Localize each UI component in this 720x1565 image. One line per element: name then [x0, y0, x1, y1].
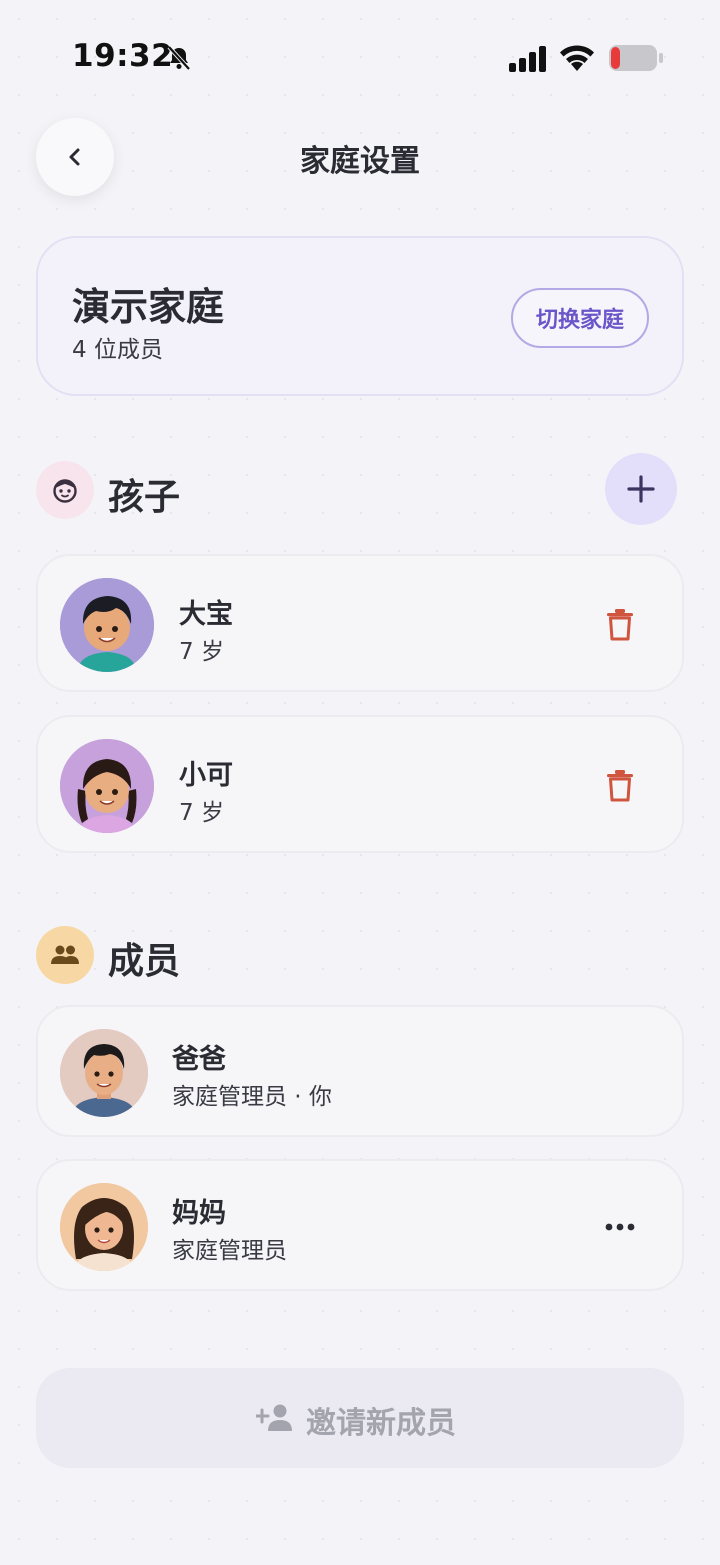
bell-off-icon: [167, 45, 191, 71]
add-person-icon: [256, 1404, 292, 1431]
family-card: 演示家庭 4 位成员 切换家庭: [36, 236, 684, 396]
member-name: 爸爸: [172, 1044, 226, 1075]
member-card[interactable]: 爸爸 家庭管理员 · 你: [36, 1005, 684, 1137]
avatar: [60, 578, 154, 672]
status-time: 19:32: [72, 38, 174, 74]
avatar: [60, 1029, 148, 1117]
family-name: 演示家庭: [72, 285, 225, 329]
plus-icon: [627, 475, 655, 503]
child-age: 7 岁: [179, 639, 224, 665]
family-member-count: 4 位成员: [72, 337, 163, 363]
avatar: [60, 739, 154, 833]
child-card[interactable]: 大宝 7 岁: [36, 554, 684, 692]
trash-icon[interactable]: [605, 608, 635, 642]
child-age: 7 岁: [179, 800, 224, 826]
member-role: 家庭管理员: [172, 1238, 287, 1264]
member-name: 妈妈: [172, 1198, 226, 1229]
more-options-icon[interactable]: [604, 1222, 636, 1232]
status-bar: 19:32: [0, 0, 720, 116]
member-role: 家庭管理员 · 你: [172, 1084, 332, 1110]
member-card[interactable]: 妈妈 家庭管理员: [36, 1159, 684, 1291]
child-name: 大宝: [179, 599, 233, 630]
child-name: 小可: [179, 760, 233, 791]
page-title: 家庭设置: [300, 144, 420, 179]
members-section-title: 成员: [108, 941, 181, 982]
trash-icon[interactable]: [605, 769, 635, 803]
children-section-title: 孩子: [108, 477, 181, 518]
group-icon: [36, 926, 94, 984]
wifi-icon: [560, 45, 594, 71]
avatar: [60, 1183, 148, 1271]
cellular-signal-icon: [509, 46, 546, 72]
invite-member-button[interactable]: 邀请新成员: [36, 1368, 684, 1468]
battery-icon: [609, 45, 663, 71]
child-card[interactable]: 小可 7 岁: [36, 715, 684, 853]
invite-member-label: 邀请新成员: [306, 1406, 456, 1441]
child-face-icon: [36, 461, 94, 519]
add-child-button[interactable]: [605, 453, 677, 525]
switch-family-button[interactable]: 切换家庭: [511, 288, 649, 348]
